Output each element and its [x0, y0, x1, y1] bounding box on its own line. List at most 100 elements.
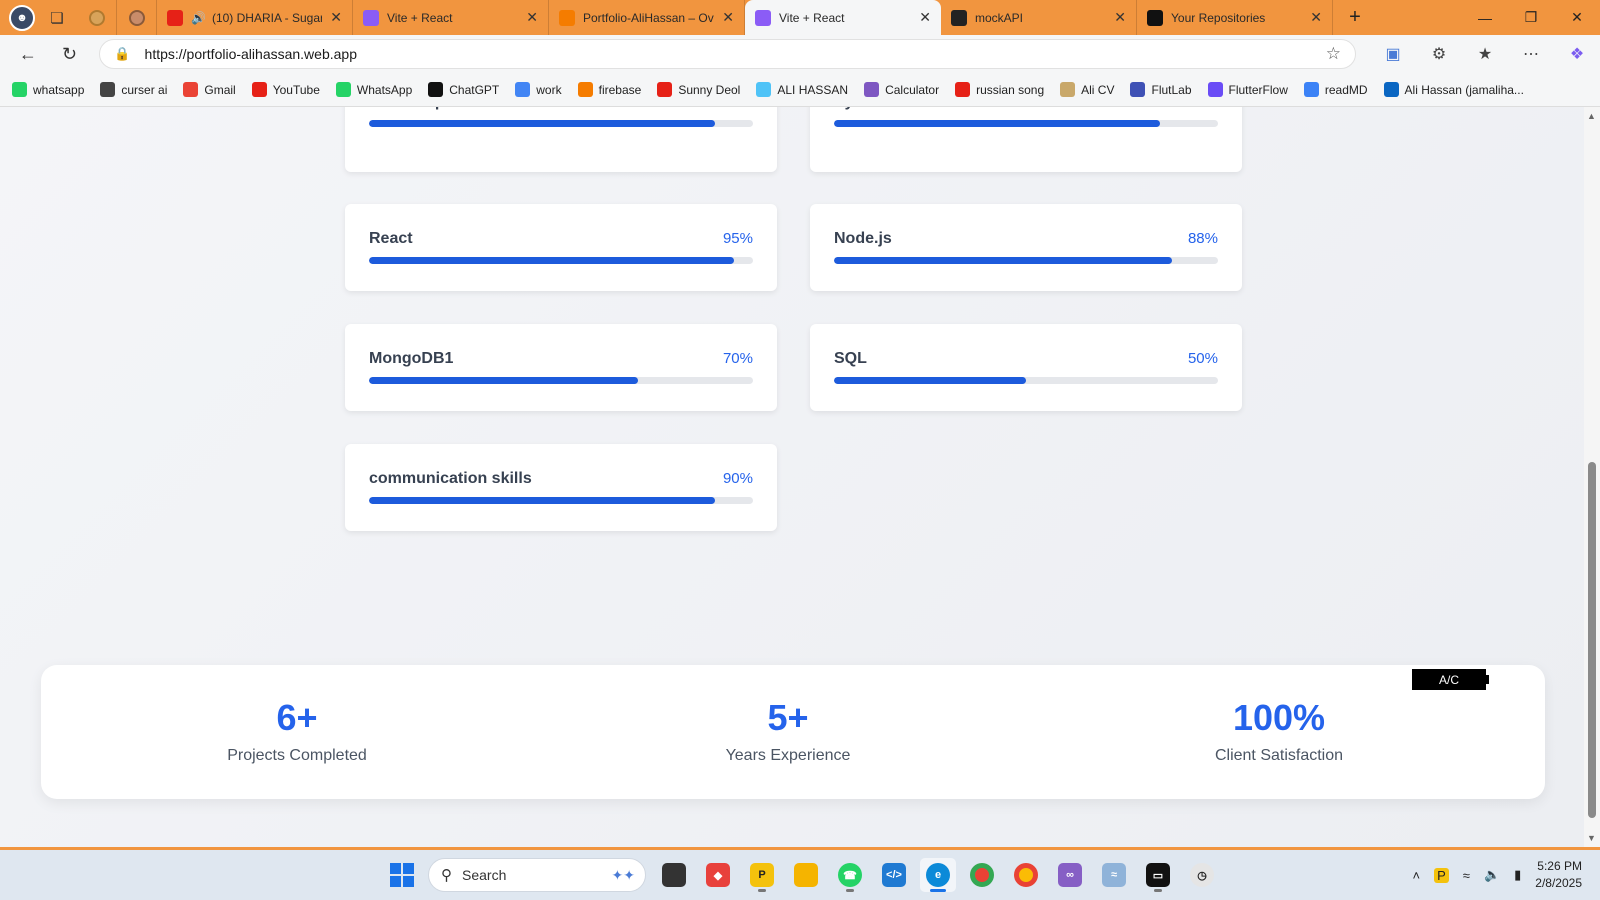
new-tab-button[interactable]: +: [1339, 2, 1371, 34]
restore-icon[interactable]: ❐: [1508, 0, 1554, 35]
bookmark-item[interactable]: Ali Hassan (jamaliha...: [1383, 82, 1524, 97]
skill-card: React 95%: [345, 204, 777, 291]
scroll-down-icon[interactable]: ▼: [1587, 833, 1596, 843]
bookmark-item[interactable]: Gmail: [183, 82, 236, 97]
taskbar-apps: ◆ P ☎ </> e ∞ ≈ ▭ ◷: [656, 858, 1228, 892]
bookmark-item[interactable]: WhatsApp: [335, 82, 412, 97]
visual-studio-icon[interactable]: ∞: [1052, 858, 1088, 892]
wifi-icon[interactable]: ≈: [1463, 868, 1470, 883]
bookmark-favicon-icon: [183, 82, 199, 97]
scrollbar-thumb[interactable]: [1588, 462, 1596, 818]
chrome-icon[interactable]: [964, 858, 1000, 892]
bookmark-label: ChatGPT: [449, 82, 500, 97]
bookmark-item[interactable]: YouTube: [251, 82, 320, 97]
close-tab-icon[interactable]: ✕: [330, 9, 342, 26]
bookmark-favicon-icon: [1207, 82, 1223, 97]
extensions-icon[interactable]: ⚙: [1416, 39, 1462, 69]
skill-percent: 95%: [722, 230, 753, 247]
file-explorer-icon[interactable]: [788, 858, 824, 892]
reload-icon[interactable]: ↻: [52, 38, 88, 70]
skill-name: Python: [834, 107, 888, 111]
chevron-up-icon[interactable]: ˄: [1413, 868, 1421, 883]
task-view-icon[interactable]: [656, 858, 692, 892]
pinned-tab[interactable]: [117, 0, 157, 35]
close-tab-icon[interactable]: ✕: [526, 9, 538, 26]
close-tab-icon[interactable]: ✕: [722, 9, 734, 26]
skill-progress-fill: [369, 497, 715, 504]
clock-app-icon[interactable]: ◷: [1184, 858, 1220, 892]
browser-tab[interactable]: Vite + React ✕: [353, 0, 549, 35]
bookmark-favicon-icon: [428, 82, 444, 97]
browser-tab[interactable]: mockAPI ✕: [941, 0, 1137, 35]
battery-icon[interactable]: ▮: [1514, 867, 1521, 883]
bookmark-item[interactable]: Calculator: [864, 82, 939, 97]
browser-tab[interactable]: 🔊 (10) DHARIA - Sugar ✕: [157, 0, 353, 35]
browser-tab[interactable]: Your Repositories ✕: [1137, 0, 1333, 35]
taskbar-clock[interactable]: 5:26 PM 2/8/2025: [1535, 858, 1582, 892]
taskbar-search[interactable]: ⚲ Search ✦✦: [428, 858, 646, 892]
profile-avatar[interactable]: ☻: [9, 4, 35, 31]
address-bar-row: ← ↻ 🔒 https://portfolio-alihassan.web.ap…: [0, 35, 1600, 73]
browser-tab[interactable]: Vite + React ✕: [745, 0, 941, 35]
skill-name: SQL: [834, 350, 867, 367]
skill-progress-fill: [369, 377, 638, 384]
close-tab-icon[interactable]: ✕: [1310, 9, 1322, 26]
bookmark-item[interactable]: work: [515, 82, 562, 97]
anydesk-icon[interactable]: ◆: [700, 858, 736, 892]
bookmark-item[interactable]: readMD: [1303, 82, 1368, 97]
translate-icon[interactable]: ▣: [1370, 39, 1416, 69]
bookmark-favicon-icon: [515, 82, 531, 97]
bookmark-label: YouTube: [272, 82, 320, 97]
skill-name: React: [369, 230, 413, 247]
lock-icon[interactable]: 🔒: [114, 46, 130, 62]
audio-playing-icon[interactable]: 🔊: [191, 11, 206, 25]
close-tab-icon[interactable]: ✕: [919, 9, 931, 26]
close-tab-icon[interactable]: ✕: [1114, 9, 1126, 26]
page-scrollbar[interactable]: ▲ ▼: [1584, 107, 1600, 847]
bookmark-item[interactable]: whatsapp: [12, 82, 84, 97]
taskbar-search-label: Search: [462, 867, 507, 883]
windows-start-icon[interactable]: [390, 863, 414, 887]
skill-percent: 50%: [1187, 350, 1218, 367]
skill-card: JavaScript 90%: [345, 107, 777, 172]
edge-icon[interactable]: e: [920, 858, 956, 892]
volume-icon[interactable]: 🔈: [1484, 867, 1500, 883]
whatsapp-icon[interactable]: ☎: [832, 858, 868, 892]
bookmark-item[interactable]: FlutterFlow: [1207, 82, 1288, 97]
bookmark-item[interactable]: curser ai: [100, 82, 167, 97]
bookmark-item[interactable]: Ali CV: [1060, 82, 1114, 97]
bookmark-item[interactable]: russian song: [955, 82, 1044, 97]
bookmark-label: work: [536, 82, 562, 97]
copilot-icon[interactable]: ❖: [1554, 39, 1600, 69]
bookmark-item[interactable]: ChatGPT: [428, 82, 499, 97]
pinned-tab[interactable]: [77, 0, 117, 35]
browser-tab[interactable]: Portfolio-AliHassan – Ove ✕: [549, 0, 745, 35]
vscode-icon[interactable]: </>: [876, 858, 912, 892]
minimize-icon[interactable]: —: [1462, 0, 1508, 35]
favorites-icon[interactable]: ★: [1462, 39, 1508, 69]
tab-title: (10) DHARIA - Sugar: [211, 10, 323, 25]
bookmark-item[interactable]: FlutLab: [1130, 82, 1192, 97]
bookmark-item[interactable]: firebase: [577, 82, 641, 97]
url-field[interactable]: 🔒 https://portfolio-alihassan.web.app ☆: [99, 39, 1356, 69]
bookmark-item[interactable]: ALI HASSAN: [756, 82, 848, 97]
back-icon[interactable]: ←: [10, 38, 46, 70]
close-window-icon[interactable]: ✕: [1554, 0, 1600, 35]
resource-monitor-icon[interactable]: ≈: [1096, 858, 1132, 892]
stat-label: Projects Completed: [227, 747, 367, 764]
bookmark-favicon-icon: [1383, 82, 1399, 97]
scroll-up-icon[interactable]: ▲: [1587, 111, 1596, 121]
workspaces-icon[interactable]: ❏: [43, 4, 71, 32]
app-yellow-icon[interactable]: P: [744, 858, 780, 892]
youtube-icon: [167, 9, 183, 26]
url-text[interactable]: https://portfolio-alihassan.web.app: [145, 46, 1326, 62]
favorite-star-icon[interactable]: ☆: [1326, 44, 1341, 64]
tray-app-icon[interactable]: P: [1434, 867, 1449, 883]
bookmark-favicon-icon: [657, 82, 673, 97]
capcut-icon[interactable]: ▭: [1140, 858, 1176, 892]
bookmark-item[interactable]: Sunny Deol: [657, 82, 740, 97]
clock-date: 2/8/2025: [1535, 876, 1582, 890]
chrome-canary-icon[interactable]: [1008, 858, 1044, 892]
more-menu-icon[interactable]: ⋯: [1508, 39, 1554, 69]
bookmark-favicon-icon: [1060, 82, 1076, 97]
